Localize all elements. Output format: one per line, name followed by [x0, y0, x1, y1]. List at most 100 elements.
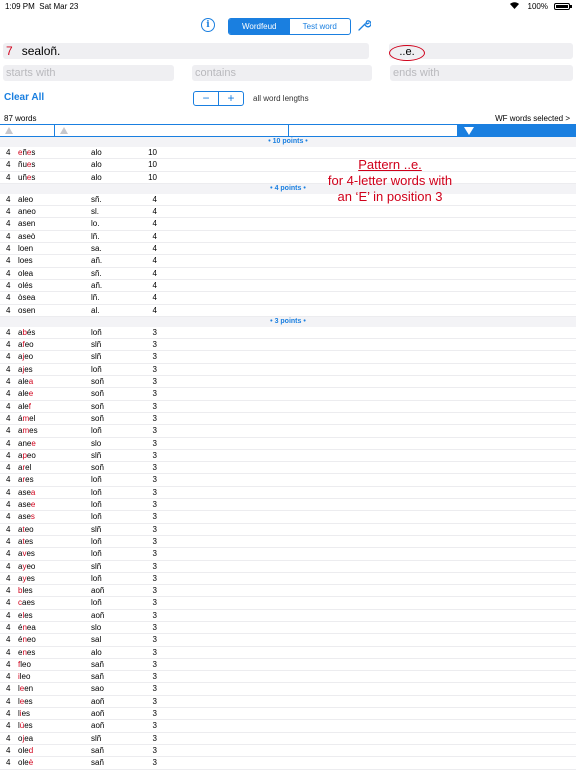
word-row[interactable]: 4 alef soñ 3 [0, 401, 576, 413]
word-row[interactable]: 4 aneo sl. 4 [0, 206, 576, 219]
word-row[interactable]: 4 eles aoñ 3 [0, 610, 576, 622]
word-row[interactable]: 4 osen al. 4 [0, 305, 576, 317]
word-row[interactable]: 4 ojea slñ 3 [0, 733, 576, 745]
remaining-rack: aoñ [91, 586, 105, 596]
word-row[interactable]: 4 ñues alo 10 [0, 159, 576, 172]
word-text: aneo [18, 206, 36, 218]
word-row[interactable]: 4 olea sñ. 4 [0, 268, 576, 280]
word-row[interactable]: 4 leen sao 3 [0, 683, 576, 696]
word-row[interactable]: 4 ates loñ 3 [0, 536, 576, 549]
word-row[interactable]: 4 oled sañ 3 [0, 745, 576, 758]
remaining-rack: alo [91, 647, 102, 657]
word-points: 3 [152, 758, 157, 768]
word-row[interactable]: 4 loes añ. 4 [0, 255, 576, 268]
wrench-icon[interactable] [357, 18, 371, 32]
sort-empty-column[interactable] [289, 125, 458, 136]
word-row[interactable]: 4 alea soñ 3 [0, 376, 576, 389]
word-part: ase [18, 487, 31, 497]
word-row[interactable]: 4 éneo sal 3 [0, 634, 576, 647]
remaining-rack: loñ [91, 426, 102, 436]
section-header: • 4 points • [0, 183, 576, 194]
word-length: 4 [6, 475, 11, 485]
word-row[interactable]: 4 alee soñ 3 [0, 388, 576, 401]
word-length: 4 [6, 586, 11, 596]
word-row[interactable]: 4 anee slo 3 [0, 438, 576, 450]
increment-button[interactable]: + [219, 92, 243, 105]
word-row[interactable]: 4 lies aoñ 3 [0, 708, 576, 721]
word-row[interactable]: 4 enes alo 3 [0, 647, 576, 659]
word-row[interactable]: 4 ámel soñ 3 [0, 413, 576, 426]
word-points: 4 [152, 194, 157, 204]
segment-wordfeud[interactable]: Wordfeud [229, 19, 290, 34]
word-row[interactable]: 4 aleo sñ. 4 [0, 194, 576, 207]
word-row[interactable]: 4 eñes alo 10 [0, 147, 576, 160]
rack-letters: sealoñ. [21, 44, 61, 58]
word-row[interactable]: 4 ares loñ 3 [0, 474, 576, 487]
rack-input[interactable]: 7 sealoñ. [3, 43, 369, 59]
word-row[interactable]: 4 loen sa. 4 [0, 243, 576, 256]
word-points: 3 [152, 561, 157, 571]
word-row[interactable]: 4 arel soñ 3 [0, 462, 576, 475]
word-row[interactable]: 4 ayes loñ 3 [0, 573, 576, 586]
remaining-rack: slñ [91, 561, 102, 571]
sort-length-column[interactable] [0, 125, 55, 136]
word-row[interactable]: 4 ateo slñ 3 [0, 524, 576, 536]
word-row[interactable]: 4 abés loñ 3 [0, 327, 576, 340]
word-row[interactable]: 4 bles aoñ 3 [0, 585, 576, 598]
decrement-button[interactable]: − [194, 92, 219, 105]
wf-words-selected-button[interactable]: WF words selected > [495, 114, 570, 123]
word-row[interactable]: 4 ayeo slñ 3 [0, 561, 576, 573]
clear-all-button[interactable]: Clear All [4, 92, 44, 103]
word-row[interactable]: 4 lúes aoñ 3 [0, 720, 576, 733]
word-part: asen [18, 219, 36, 229]
word-part: ale [18, 401, 29, 411]
remaining-rack: sañ [91, 672, 104, 682]
dictionary-segmented-control[interactable]: Wordfeud Test word [228, 18, 351, 35]
word-row[interactable]: 4 ileo sañ 3 [0, 671, 576, 684]
word-points: 4 [152, 231, 157, 241]
word-row[interactable]: 4 fleo sañ 3 [0, 659, 576, 672]
word-row[interactable]: 4 asen lo. 4 [0, 218, 576, 231]
word-row[interactable]: 4 ajes loñ 3 [0, 364, 576, 377]
starts-with-input[interactable]: starts with [3, 65, 174, 81]
word-points: 3 [152, 475, 157, 485]
word-row[interactable]: 4 asea loñ 3 [0, 487, 576, 500]
ends-with-input[interactable]: ends with [390, 65, 573, 81]
word-text: eles [18, 610, 33, 622]
word-row[interactable]: 4 lees aoñ 3 [0, 696, 576, 709]
word-row[interactable]: 4 asee loñ 3 [0, 499, 576, 512]
remaining-rack: sa. [91, 244, 102, 254]
word-points: 3 [152, 745, 157, 755]
remaining-rack: lñ. [91, 231, 100, 241]
word-part: osen [18, 305, 36, 315]
sort-points-column[interactable] [458, 125, 576, 136]
word-length: 4 [6, 401, 11, 411]
remaining-rack: loñ [91, 536, 102, 546]
word-text: alef [18, 401, 31, 413]
word-row[interactable]: 4 apeo slñ 3 [0, 450, 576, 463]
info-icon[interactable]: i [201, 18, 215, 32]
word-row[interactable]: 4 énea slo 3 [0, 622, 576, 635]
word-length-stepper[interactable]: − + [193, 91, 244, 106]
word-length: 4 [6, 293, 11, 303]
word-row[interactable]: 4 aseò lñ. 4 [0, 231, 576, 244]
word-row[interactable]: 4 aves loñ 3 [0, 548, 576, 561]
word-part: olea [18, 268, 34, 278]
word-text: éneo [18, 634, 36, 646]
word-row[interactable]: 4 ajeo slñ 3 [0, 351, 576, 364]
segment-test-word[interactable]: Test word [290, 19, 351, 34]
remaining-rack: al. [91, 305, 100, 315]
section-header: • 3 points • [0, 316, 576, 327]
word-length: 4 [6, 635, 11, 645]
word-row[interactable]: 4 caes loñ 3 [0, 597, 576, 610]
word-part: es [21, 709, 31, 719]
word-row[interactable]: 4 olés añ. 4 [0, 280, 576, 293]
word-length: 4 [6, 305, 11, 315]
word-row[interactable]: 4 ames loñ 3 [0, 425, 576, 438]
contains-input[interactable]: contains [192, 65, 372, 81]
word-row[interactable]: 4 òsea lñ. 4 [0, 292, 576, 305]
word-row[interactable]: 4 afeo slñ 3 [0, 339, 576, 352]
word-row[interactable]: 4 ases loñ 3 [0, 511, 576, 524]
word-row[interactable]: 4 uñes alo 10 [0, 172, 576, 184]
sort-word-column[interactable] [55, 125, 289, 136]
